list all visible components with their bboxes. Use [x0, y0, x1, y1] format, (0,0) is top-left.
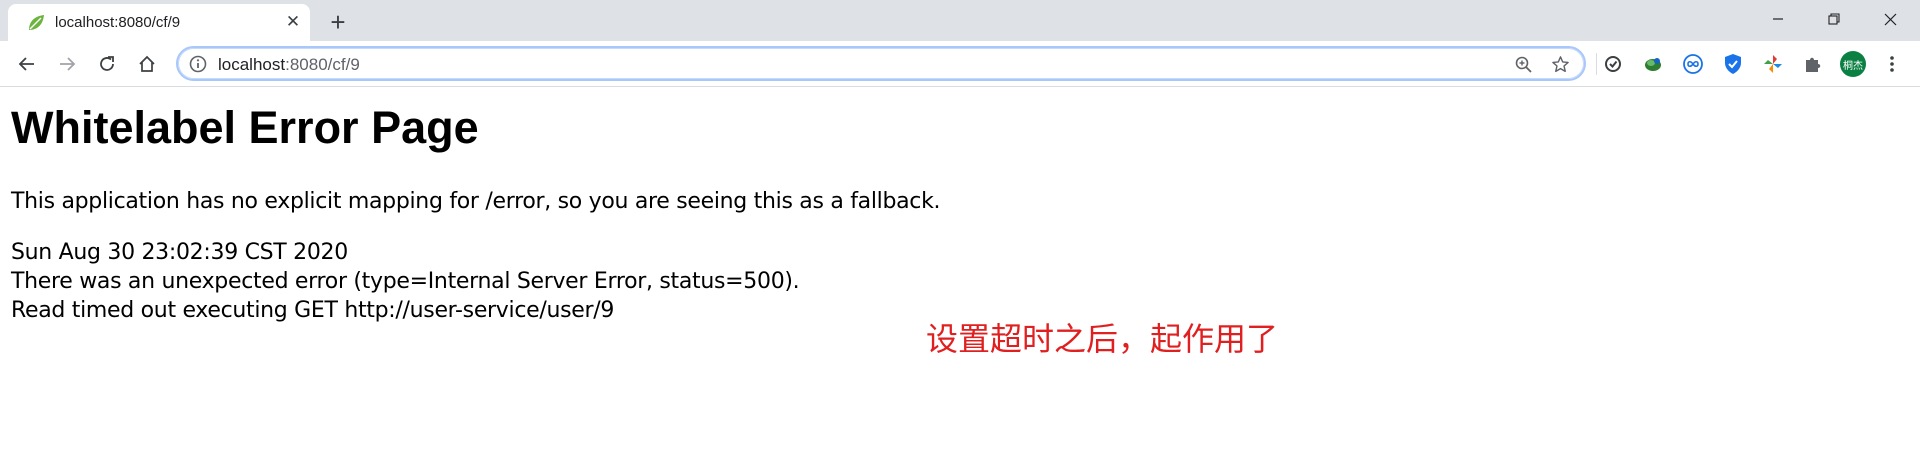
- infinity-extension-icon[interactable]: [1681, 52, 1705, 76]
- forward-icon[interactable]: [51, 48, 83, 80]
- tab-close-icon[interactable]: ✕: [283, 12, 303, 32]
- error-message: Read timed out executing GET http://user…: [11, 298, 615, 323]
- menu-dots-icon[interactable]: [1880, 52, 1904, 76]
- bookmark-star-icon[interactable]: [1549, 53, 1571, 75]
- pinwheel-extension-icon[interactable]: [1761, 52, 1785, 76]
- zoom-icon[interactable]: [1512, 53, 1534, 75]
- back-icon[interactable]: [11, 48, 43, 80]
- shield-extension-icon[interactable]: [1721, 52, 1745, 76]
- info-icon[interactable]: [188, 54, 208, 74]
- active-tab[interactable]: localhost:8080/cf/9 ✕: [8, 4, 310, 41]
- tab-strip: localhost:8080/cf/9 ✕ +: [0, 0, 1920, 41]
- restore-icon[interactable]: [1806, 0, 1862, 38]
- profile-avatar[interactable]: 桐杰: [1840, 51, 1866, 77]
- red-annotation: 设置超时之后，起作用了: [926, 320, 1279, 358]
- toolbar-divider: [1596, 53, 1597, 75]
- browser-toolbar: localhost:8080/cf/9 桐杰: [0, 41, 1920, 87]
- tab-title: localhost:8080/cf/9: [55, 14, 181, 31]
- home-icon[interactable]: [131, 48, 163, 80]
- minimize-icon[interactable]: [1750, 0, 1806, 38]
- error-type-line: There was an unexpected error (type=Inte…: [11, 269, 800, 294]
- globe-extension-icon[interactable]: [1641, 52, 1665, 76]
- url-host: localhost: [218, 55, 286, 74]
- url-text[interactable]: localhost:8080/cf/9: [218, 55, 360, 75]
- intro-text: This application has no explicit mapping…: [11, 189, 941, 214]
- close-icon[interactable]: [1862, 0, 1918, 38]
- url-path: :8080/cf/9: [285, 55, 360, 74]
- puzzle-extension-icon[interactable]: [1801, 52, 1825, 76]
- error-timestamp: Sun Aug 30 23:02:39 CST 2020: [11, 240, 348, 265]
- address-bar[interactable]: localhost:8080/cf/9: [176, 46, 1586, 81]
- page-content: Whitelabel Error Page This application h…: [0, 88, 1920, 469]
- sync-extension-icon[interactable]: [1601, 52, 1625, 76]
- page-title: Whitelabel Error Page: [11, 102, 479, 153]
- reload-icon[interactable]: [91, 48, 123, 80]
- new-tab-button[interactable]: +: [325, 9, 351, 35]
- spring-leaf-icon: [29, 15, 44, 30]
